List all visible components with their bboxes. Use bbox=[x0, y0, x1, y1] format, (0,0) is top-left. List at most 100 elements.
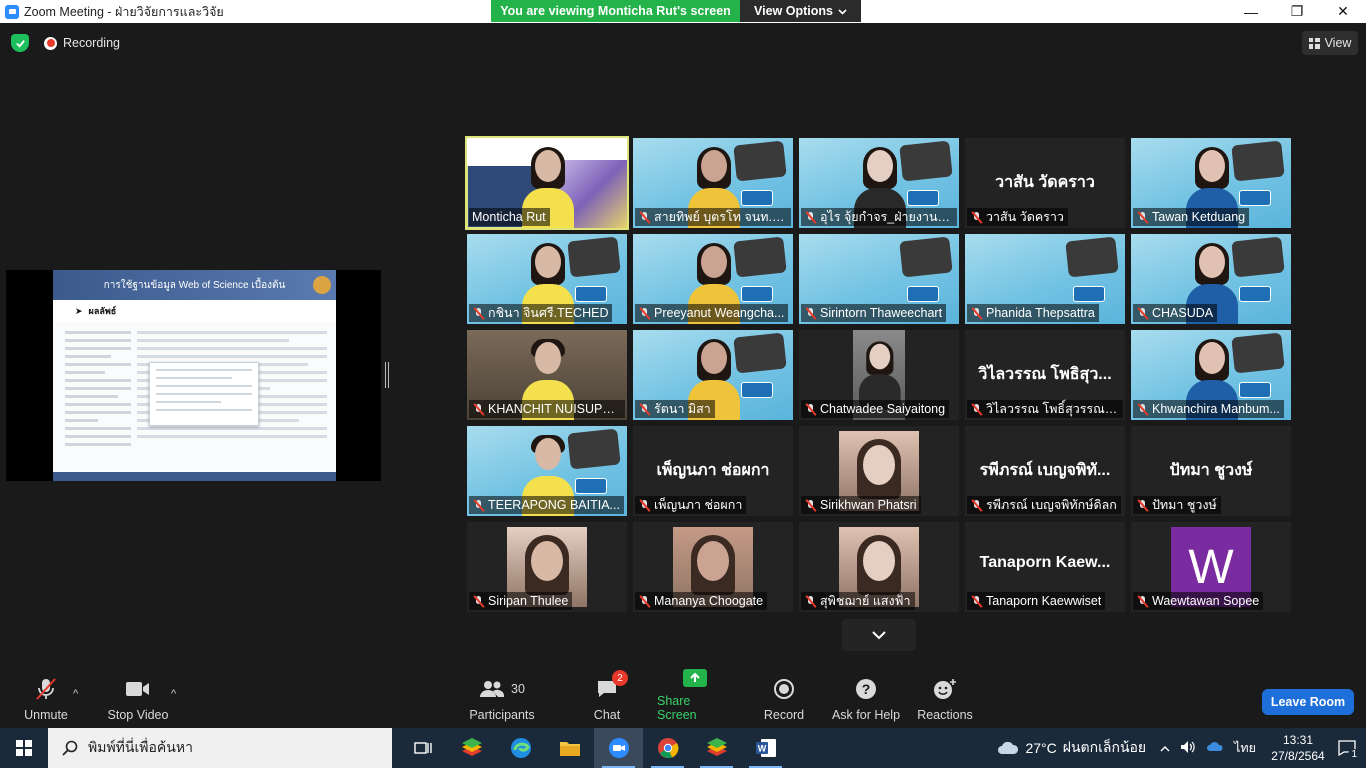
speaker-icon[interactable] bbox=[1180, 740, 1196, 757]
task-view-icon[interactable] bbox=[398, 728, 447, 768]
participant-tile[interactable]: Tanaporn Kaew... Tanaporn Kaewwiset bbox=[965, 522, 1125, 612]
chrome-browser-icon[interactable] bbox=[643, 728, 692, 768]
audio-options-caret[interactable]: ^ bbox=[73, 688, 78, 700]
participant-name: KHANCHIT NUISUPHAP bbox=[488, 402, 621, 416]
muted-mic-icon bbox=[804, 499, 817, 512]
view-button[interactable]: View bbox=[1302, 31, 1358, 55]
participant-name: Chatwadee Saiyaitong bbox=[820, 402, 946, 416]
bluestacks-multi-icon[interactable] bbox=[692, 728, 741, 768]
word-app-icon[interactable]: W bbox=[741, 728, 790, 768]
slide-filter-panel bbox=[65, 326, 131, 466]
participant-tile[interactable]: กชินา จินศรี.TECHED bbox=[467, 234, 627, 324]
participant-nameplate: อุไร จุ้ยกำจร_ฝ่ายงานประ... bbox=[801, 208, 957, 226]
unmute-button[interactable]: Unmute bbox=[20, 668, 72, 728]
participant-tile[interactable]: Sirintorn Thaweechart bbox=[799, 234, 959, 324]
participant-tile[interactable]: อุไร จุ้ยกำจร_ฝ่ายงานประ... bbox=[799, 138, 959, 228]
input-language[interactable]: ไทย bbox=[1234, 738, 1256, 758]
file-explorer-icon[interactable] bbox=[545, 728, 594, 768]
onedrive-icon[interactable] bbox=[1206, 741, 1224, 755]
participant-nameplate: สุพิชฌาย์ แสงฟ้า bbox=[801, 592, 915, 610]
meeting-toolbar: Unmute ^ Stop Video ^ 30 Participants 2 … bbox=[0, 668, 1366, 728]
participant-tile[interactable]: รัตนา มิสา bbox=[633, 330, 793, 420]
chat-button[interactable]: 2 Chat bbox=[589, 668, 628, 728]
taskbar-clock[interactable]: 13:31 27/8/2564 bbox=[1268, 732, 1328, 764]
participant-tile[interactable]: KHANCHIT NUISUPHAP bbox=[467, 330, 627, 420]
reactions-icon bbox=[933, 676, 957, 702]
participant-name: รัตนา มิสา bbox=[654, 402, 711, 416]
share-screen-button[interactable]: Share Screen bbox=[657, 668, 733, 728]
bluestacks-icon[interactable] bbox=[447, 728, 496, 768]
zoom-meeting-window: Zoom Meeting - ฝ่ายวิจัยการและวิจัย — ❐ … bbox=[0, 0, 1366, 768]
participant-nameplate: Chatwadee Saiyaitong bbox=[801, 400, 950, 418]
maximize-button[interactable]: ❐ bbox=[1274, 0, 1320, 23]
notifications-button[interactable]: 1 bbox=[1328, 728, 1366, 768]
participant-tile[interactable]: Preeyanut Weangcha... bbox=[633, 234, 793, 324]
participant-nameplate: Tawan Ketduang bbox=[1133, 208, 1250, 226]
screen-share-banner: You are viewing Monticha Rut's screen Vi… bbox=[491, 0, 861, 22]
leave-room-button[interactable]: Leave Room bbox=[1262, 689, 1354, 715]
participants-button[interactable]: 30 Participants bbox=[468, 668, 536, 728]
participant-tile[interactable]: Khwanchira Manbum... bbox=[1131, 330, 1291, 420]
participant-tile[interactable]: Chatwadee Saiyaitong bbox=[799, 330, 959, 420]
stop-video-button[interactable]: Stop Video bbox=[106, 668, 170, 728]
participant-tile[interactable]: ปัทมา ชูวงษ์ ปัทมา ชูวงษ์ bbox=[1131, 426, 1291, 516]
muted-mic-icon bbox=[970, 403, 983, 416]
temperature: 27°C bbox=[1025, 740, 1057, 756]
shared-screen[interactable]: การใช้ฐานข้อมูล Web of Science เบื้องต้น… bbox=[6, 270, 381, 481]
participant-tile[interactable]: CHASUDA bbox=[1131, 234, 1291, 324]
encryption-shield-icon[interactable] bbox=[11, 34, 29, 52]
zoom-app-icon[interactable] bbox=[594, 728, 643, 768]
participant-tile[interactable]: สายทิพย์ บุตรโท จนท.ปร... bbox=[633, 138, 793, 228]
window-title: Zoom Meeting - ฝ่ายวิจัยการและวิจัย bbox=[24, 4, 224, 19]
participant-tile[interactable]: Phanida Thepsattra bbox=[965, 234, 1125, 324]
edge-browser-icon[interactable] bbox=[496, 728, 545, 768]
weather-widget[interactable]: 27°C ฝนตกเล็กน้อย bbox=[997, 737, 1146, 759]
participant-tile[interactable]: วาสัน วัดคราว วาสัน วัดคราว bbox=[965, 138, 1125, 228]
participant-name: Siripan Thulee bbox=[488, 594, 569, 608]
close-button[interactable]: ✕ bbox=[1320, 0, 1366, 23]
search-icon bbox=[62, 740, 78, 756]
participant-tile[interactable]: รพีภรณ์ เบญจพิทั... รพีภรณ์ เบญจพิทักษ์ดิ… bbox=[965, 426, 1125, 516]
record-button[interactable]: Record bbox=[762, 668, 806, 728]
participant-tile[interactable]: วิไลวรรณ โพธิสุว... วิไลวรรณ โพธิ์สุวรรณพ… bbox=[965, 330, 1125, 420]
search-placeholder: พิมพ์ที่นี่เพื่อค้นหา bbox=[88, 739, 193, 755]
participant-nameplate: Monticha Rut bbox=[469, 208, 550, 226]
svg-text:W: W bbox=[757, 744, 766, 754]
ask-for-help-button[interactable]: ? Ask for Help bbox=[831, 668, 901, 728]
muted-mic-icon bbox=[970, 307, 983, 320]
participant-tile[interactable]: Siripan Thulee bbox=[467, 522, 627, 612]
reactions-button[interactable]: Reactions bbox=[916, 668, 974, 728]
video-options-caret[interactable]: ^ bbox=[171, 688, 176, 700]
participant-display-name: ปัทมา ชูวงษ์ bbox=[1169, 462, 1253, 479]
participant-tile[interactable]: Mananya Choogate bbox=[633, 522, 793, 612]
view-options-button[interactable]: View Options bbox=[740, 0, 861, 22]
unmute-label: Unmute bbox=[24, 708, 68, 722]
participant-nameplate: Mananya Choogate bbox=[635, 592, 768, 610]
taskbar-search-box[interactable]: พิมพ์ที่นี่เพื่อค้นหา bbox=[48, 728, 392, 768]
participant-nameplate: CHASUDA bbox=[1133, 304, 1218, 322]
split-divider-handle[interactable] bbox=[385, 362, 389, 388]
window-controls: — ❐ ✕ bbox=[1228, 0, 1366, 23]
participant-tile[interactable]: W Waewtawan Sopee bbox=[1131, 522, 1291, 612]
participant-tile[interactable]: เพ็ญนภา ช่อผกา เพ็ญนภา ช่อผกา bbox=[633, 426, 793, 516]
chevron-down-icon bbox=[872, 631, 886, 640]
clock-time: 13:31 bbox=[1282, 733, 1314, 747]
start-button[interactable] bbox=[0, 728, 48, 768]
muted-mic-icon bbox=[970, 595, 983, 608]
record-dot-icon bbox=[44, 36, 57, 50]
share-screen-label: Share Screen bbox=[657, 694, 697, 722]
participant-tile[interactable]: Sirikhwan Phatsri bbox=[799, 426, 959, 516]
recording-indicator[interactable]: Recording bbox=[44, 34, 120, 52]
show-hidden-icons-icon[interactable] bbox=[1160, 741, 1170, 755]
participant-tile[interactable]: สุพิชฌาย์ แสงฟ้า bbox=[799, 522, 959, 612]
participant-tile[interactable]: Tawan Ketduang bbox=[1131, 138, 1291, 228]
weather-condition: ฝนตกเล็กน้อย bbox=[1062, 739, 1147, 755]
muted-mic-icon bbox=[638, 307, 651, 320]
minimize-button[interactable]: — bbox=[1228, 0, 1274, 23]
participant-tile[interactable]: Monticha Rut bbox=[465, 136, 629, 230]
gallery-next-page-button[interactable] bbox=[842, 619, 916, 651]
participant-tile[interactable]: TEERAPONG BAITIA... bbox=[467, 426, 627, 516]
muted-mic-icon bbox=[35, 676, 57, 702]
participant-nameplate: Sirintorn Thaweechart bbox=[801, 304, 947, 322]
participant-name: Preeyanut Weangcha... bbox=[654, 306, 785, 320]
